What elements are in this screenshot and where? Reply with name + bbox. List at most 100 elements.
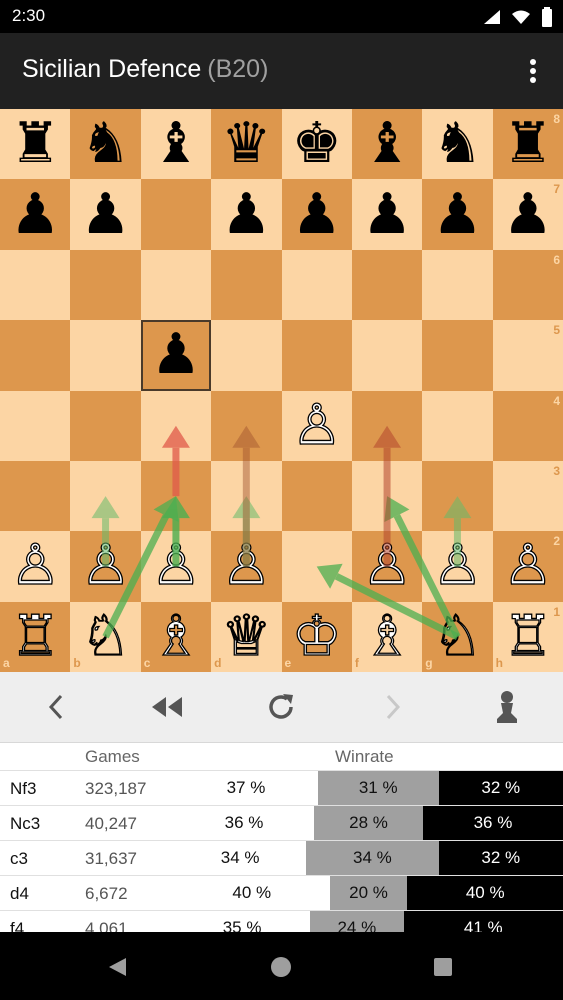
square-h7[interactable]: ♟ 7 [492,179,563,250]
square-b1[interactable]: ♘ b [70,601,141,672]
square-d8[interactable]: ♛ [211,109,282,180]
square-a7[interactable]: ♟ [0,179,71,250]
square-f4[interactable] [351,390,423,461]
square-c6[interactable] [140,249,212,321]
square-g1[interactable]: ♘ g [422,601,493,672]
square-c3[interactable] [140,460,212,532]
square-d5[interactable] [211,320,282,391]
square-e7[interactable]: ♟ [281,179,352,250]
square-h6[interactable]: 6 [492,249,563,321]
piece-a8[interactable]: ♜ [10,116,60,172]
square-f3[interactable] [351,460,423,532]
square-g8[interactable]: ♞ [422,109,493,180]
square-a4[interactable] [0,390,71,461]
square-b2[interactable]: ♙ [70,531,141,602]
square-f2[interactable]: ♙ [351,531,423,602]
square-a3[interactable] [0,460,71,532]
square-b6[interactable] [70,249,141,321]
square-f7[interactable]: ♟ [351,179,423,250]
square-a6[interactable] [0,249,71,321]
piece-b8[interactable]: ♞ [80,116,130,172]
move-row-Nc3[interactable]: Nc3 40,247 36 % 28 % 36 % [0,805,563,840]
square-c5[interactable]: ♟ [140,320,212,391]
square-h1[interactable]: ♖ 1 h [492,601,563,672]
home-button[interactable] [266,952,296,982]
square-d6[interactable] [211,249,282,321]
square-b7[interactable]: ♟ [70,179,141,250]
move-row-d4[interactable]: d4 6,672 40 % 20 % 40 % [0,875,563,910]
first-move-button[interactable] [137,682,197,732]
piece-a1[interactable]: ♖ [9,608,61,665]
square-c1[interactable]: ♗ c [140,601,212,672]
square-b4[interactable] [70,390,141,461]
piece-e8[interactable]: ♚ [292,116,342,172]
piece-a2[interactable]: ♙ [9,537,61,594]
square-d7[interactable]: ♟ [211,179,282,250]
move-row-Nf3[interactable]: Nf3 323,187 37 % 31 % 32 % [0,770,563,805]
recents-button[interactable] [428,952,458,982]
square-e2[interactable] [281,531,352,602]
move-row-c3[interactable]: c3 31,637 34 % 34 % 32 % [0,840,563,875]
piece-d1[interactable]: ♕ [221,608,273,665]
piece-g7[interactable]: ♟ [432,186,482,243]
piece-c2[interactable]: ♙ [150,537,202,594]
square-a1[interactable]: ♖ a [0,601,71,672]
side-to-move-button[interactable] [477,682,537,732]
square-g6[interactable] [422,249,493,321]
piece-h8[interactable]: ♜ [503,116,553,172]
square-a8[interactable]: ♜ [0,109,71,180]
reset-button[interactable] [251,682,311,732]
piece-d8[interactable]: ♛ [221,116,271,172]
piece-b1[interactable]: ♘ [80,608,132,665]
piece-c8[interactable]: ♝ [151,116,201,172]
piece-c5[interactable]: ♟ [151,327,201,383]
square-h3[interactable]: 3 [492,460,563,532]
piece-d7[interactable]: ♟ [221,186,271,243]
piece-b2[interactable]: ♙ [80,537,132,594]
square-h5[interactable]: 5 [492,320,563,391]
piece-c1[interactable]: ♗ [150,608,202,665]
piece-h2[interactable]: ♙ [502,537,554,594]
square-c4[interactable] [140,390,212,461]
square-c2[interactable]: ♙ [140,531,212,602]
piece-f8[interactable]: ♝ [362,116,412,172]
square-b5[interactable] [70,320,141,391]
square-h4[interactable]: 4 [492,390,563,461]
square-b3[interactable] [70,460,141,532]
piece-e1[interactable]: ♔ [291,608,343,665]
square-d3[interactable] [211,460,282,532]
square-e4[interactable]: ♙ [281,390,352,461]
square-h8[interactable]: ♜ 8 [492,109,563,180]
square-g3[interactable] [422,460,493,532]
piece-g2[interactable]: ♙ [432,537,484,594]
piece-d2[interactable]: ♙ [221,537,273,594]
piece-f2[interactable]: ♙ [361,537,413,594]
square-d1[interactable]: ♕ d [211,601,282,672]
overflow-menu-button[interactable] [523,57,543,87]
square-d2[interactable]: ♙ [211,531,282,602]
square-e8[interactable]: ♚ [281,109,352,180]
square-b8[interactable]: ♞ [70,109,141,180]
square-e1[interactable]: ♔ e [281,601,352,672]
piece-e4[interactable]: ♙ [291,397,343,454]
piece-h7[interactable]: ♟ [503,186,553,243]
square-c7[interactable] [140,179,212,250]
piece-a7[interactable]: ♟ [10,186,60,243]
square-f6[interactable] [351,249,423,321]
piece-f1[interactable]: ♗ [361,608,413,665]
piece-g8[interactable]: ♞ [432,116,482,172]
next-move-button[interactable] [363,682,423,732]
square-g5[interactable] [422,320,493,391]
piece-f7[interactable]: ♟ [362,186,412,243]
square-e3[interactable] [281,460,352,532]
square-f8[interactable]: ♝ [351,109,423,180]
piece-h1[interactable]: ♖ [502,608,554,665]
piece-g1[interactable]: ♘ [432,608,484,665]
back-button[interactable] [102,952,132,982]
square-h2[interactable]: ♙ 2 [492,531,563,602]
previous-move-button[interactable] [26,682,86,732]
square-d4[interactable] [211,390,282,461]
square-f5[interactable] [351,320,423,391]
square-a5[interactable] [0,320,71,391]
piece-e7[interactable]: ♟ [292,186,342,243]
